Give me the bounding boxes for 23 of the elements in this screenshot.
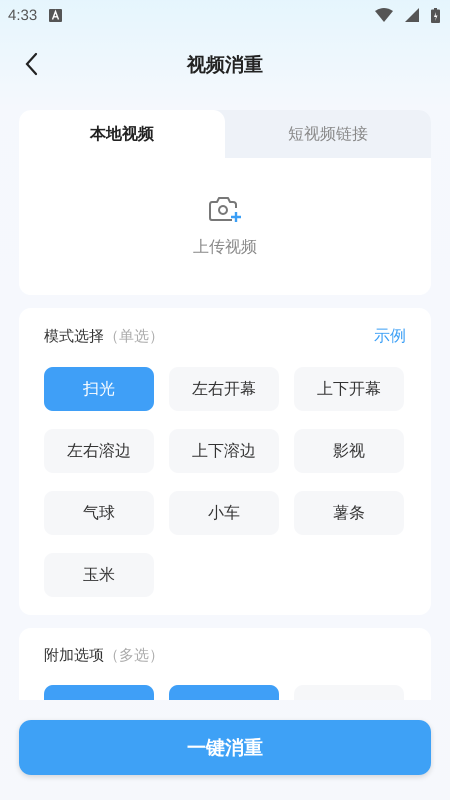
option-chip[interactable]: 薯条 bbox=[294, 491, 404, 535]
battery-icon bbox=[431, 8, 440, 22]
keyboard-icon bbox=[49, 8, 62, 22]
option-chip[interactable]: 左右开幕 bbox=[169, 367, 279, 411]
page-title: 视频消重 bbox=[187, 53, 263, 78]
upload-label: 上传视频 bbox=[193, 237, 257, 258]
wifi-icon bbox=[375, 8, 393, 22]
option-chip[interactable]: 左右溶边 bbox=[44, 429, 154, 473]
option-chip[interactable]: 影视 bbox=[294, 429, 404, 473]
section-hint: （单选） bbox=[104, 327, 164, 346]
option-chip[interactable]: 气球 bbox=[44, 491, 154, 535]
status-time: 4:33 bbox=[8, 6, 38, 24]
section-title: 模式选择 bbox=[44, 327, 104, 346]
camera-add-icon[interactable] bbox=[208, 195, 242, 225]
back-icon[interactable] bbox=[24, 52, 38, 76]
section-hint: （多选） bbox=[104, 646, 164, 665]
option-chip[interactable]: 上下溶边 bbox=[169, 429, 279, 473]
option-chip[interactable]: 上下开幕 bbox=[294, 367, 404, 411]
signal-icon bbox=[405, 8, 419, 22]
source-tab[interactable]: 本地视频 bbox=[19, 110, 225, 158]
option-chip[interactable]: 玉米 bbox=[44, 553, 154, 597]
option-chip[interactable]: 小车 bbox=[169, 491, 279, 535]
section-title: 附加选项 bbox=[44, 646, 104, 665]
